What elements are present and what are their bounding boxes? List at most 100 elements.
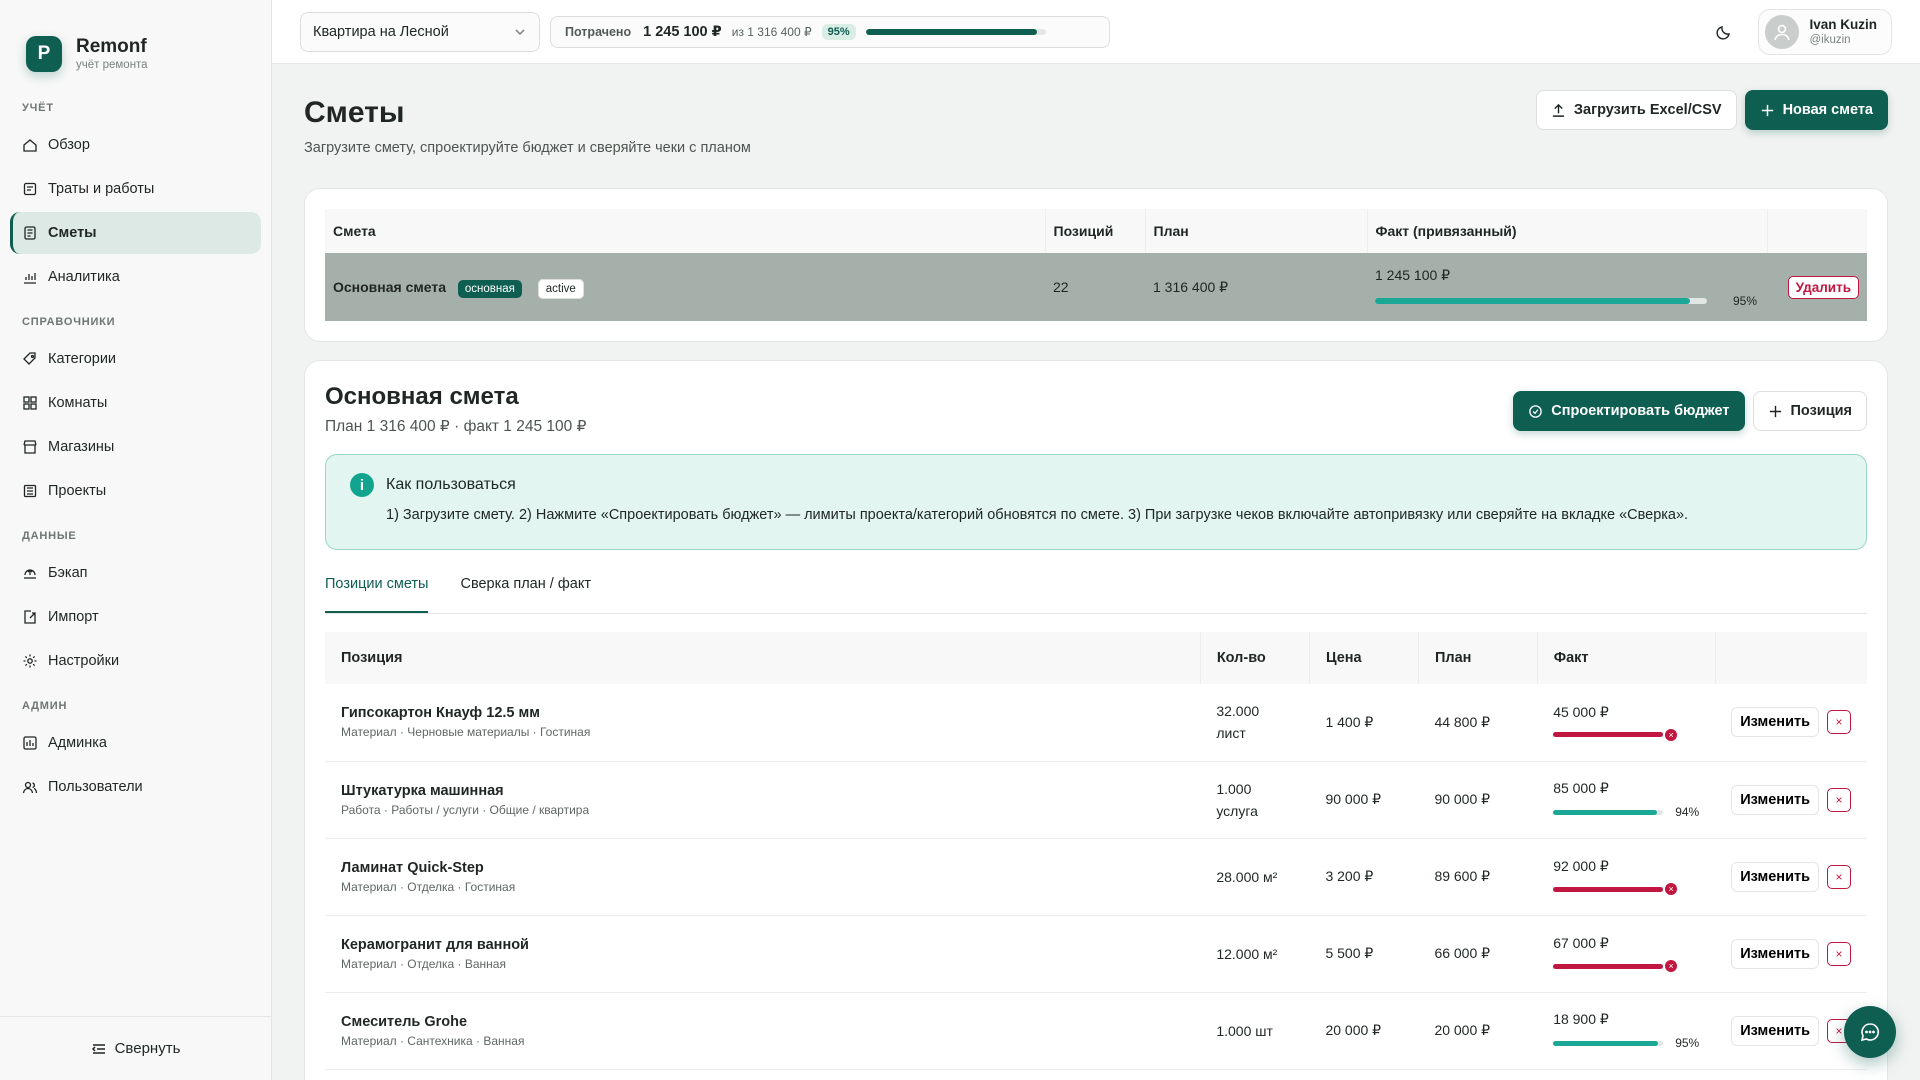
position-meta: Материал · Сантехника · Ванная xyxy=(341,1033,525,1048)
col-plan: План xyxy=(1145,209,1368,253)
plan-cell: 89 600 ₽ xyxy=(1418,838,1538,916)
remove-position-button[interactable]: × xyxy=(1827,710,1851,735)
table-row[interactable]: Смеситель Grohe Материал · Сантехника · В… xyxy=(325,992,1867,1070)
sidebar-item[interactable]: Импорт xyxy=(10,596,261,638)
add-position-label: Позиция xyxy=(1790,403,1853,419)
positions-table: Позиция Кол-во Цена План Факт Гипсокарто… xyxy=(325,632,1867,1070)
edit-position-button[interactable]: Изменить xyxy=(1731,1015,1819,1046)
table-row[interactable]: Штукатурка машинная Работа · Работы / усл… xyxy=(325,761,1867,839)
qty-cell: 1.000 шт xyxy=(1200,992,1310,1070)
grid-icon xyxy=(23,396,37,410)
brand-subtitle: учёт ремонта xyxy=(76,59,148,71)
qty-cell: 1.000 услуга xyxy=(1200,761,1310,839)
store-icon xyxy=(23,440,37,454)
info-text: 1) Загрузите смету. 2) Нажмите «Спроекти… xyxy=(386,507,1689,523)
table-row[interactable]: Гипсокартон Кнауф 12.5 мм Материал · Черн… xyxy=(325,684,1867,762)
position-name: Ламинат Quick-Step xyxy=(341,859,484,876)
check-circle-icon xyxy=(1529,404,1543,418)
sidebar-item[interactable]: Бэкап xyxy=(10,552,261,594)
upload-excel-label: Загрузить Excel/CSV xyxy=(1573,102,1722,118)
sidebar-item-label: Сметы xyxy=(48,225,97,241)
plan-cell: 66 000 ₽ xyxy=(1418,915,1538,993)
theme-toggle-button[interactable] xyxy=(1706,14,1742,50)
topbar: Квартира на Лесной Потрачено 1 245 100 ₽… xyxy=(272,0,1920,64)
sidebar-item[interactable]: Магазины xyxy=(10,426,261,468)
import-icon xyxy=(24,610,36,624)
estimate-positions: 22 xyxy=(1053,279,1069,295)
edit-position-button[interactable]: Изменить xyxy=(1731,861,1819,892)
table-row[interactable]: Керамогранит для ванной Материал · Отделк… xyxy=(325,915,1867,993)
project-icon xyxy=(23,484,37,498)
admin-icon xyxy=(23,736,37,750)
plan-cell: 20 000 ₽ xyxy=(1418,992,1538,1070)
fact-value: 45 000 ₽ xyxy=(1553,703,1609,720)
position-cell: Смеситель Grohe Материал · Сантехника · В… xyxy=(325,992,1201,1070)
sidebar-item[interactable]: Обзор xyxy=(10,124,261,166)
fact-progress: 95% xyxy=(1553,1036,1699,1050)
table-row[interactable]: Ламинат Quick-Step Материал · Отделка · Г… xyxy=(325,838,1867,916)
estimate-progress-fill xyxy=(1375,297,1691,304)
remove-position-button[interactable]: × xyxy=(1827,941,1851,966)
position-cell: Керамогранит для ванной Материал · Отделк… xyxy=(325,915,1201,993)
qty-value: 1.000 шт xyxy=(1216,1022,1273,1039)
sidebar-item[interactable]: Комнаты xyxy=(10,382,261,424)
tab-positions[interactable]: Позиции сметы xyxy=(325,576,429,613)
upload-excel-button[interactable]: Загрузить Excel/CSV xyxy=(1535,90,1737,130)
position-meta: Материал · Отделка · Гостиная xyxy=(341,879,516,894)
detail-heading: Основная смета План 1 316 400 ₽ · факт 1… xyxy=(325,383,586,436)
item-actions: Изменить × xyxy=(1715,838,1867,916)
add-position-button[interactable]: Позиция xyxy=(1752,391,1867,431)
col-plan: План xyxy=(1418,632,1538,684)
sidebar-item[interactable]: Категории xyxy=(10,338,261,380)
sidebar-item-label: Админка xyxy=(48,735,107,751)
sidebar-item[interactable]: Сметы xyxy=(10,212,261,254)
new-estimate-button[interactable]: Новая смета xyxy=(1744,90,1888,130)
chat-button[interactable] xyxy=(1844,1006,1896,1058)
detail-subtitle: План 1 316 400 ₽ · факт 1 245 100 ₽ xyxy=(325,418,587,435)
remove-position-button[interactable]: × xyxy=(1827,864,1851,889)
qty-cell: 12.000 м² xyxy=(1200,915,1310,993)
topbar-right: Ivan Kuzin @ikuzin xyxy=(1706,8,1892,55)
estimate-pct: 95% xyxy=(1733,293,1758,308)
item-actions: Изменить × xyxy=(1715,761,1867,839)
collapse-button[interactable]: Свернуть xyxy=(0,1016,271,1080)
spent-of: из 1 316 400 ₽ xyxy=(731,24,812,39)
sidebar-item-label: Комнаты xyxy=(48,395,108,411)
info-title: Как пользоваться xyxy=(386,476,516,493)
fact-cell: 18 900 ₽ 95% xyxy=(1537,992,1716,1070)
sidebar-item[interactable]: Админка xyxy=(10,722,261,764)
user-menu[interactable]: Ivan Kuzin @ikuzin xyxy=(1758,8,1892,55)
fact-cell: 45 000 ₽ × xyxy=(1537,684,1716,762)
brand[interactable]: P Remonf учёт ремонта xyxy=(0,0,271,84)
fact-progress: × xyxy=(1553,883,1699,895)
remove-position-button[interactable]: × xyxy=(1827,787,1851,812)
content: Сметы Загрузите смету, спроектируйте бюд… xyxy=(272,64,1920,1080)
fact-pct: 95% xyxy=(1675,1036,1700,1050)
edit-position-button[interactable]: Изменить xyxy=(1731,784,1819,815)
fact-cell: 92 000 ₽ × xyxy=(1537,838,1716,916)
brand-text: Remonf учёт ремонта xyxy=(76,36,148,72)
info-callout: i Как пользоваться 1) Загрузите смету. 2… xyxy=(325,454,1867,550)
backup-icon xyxy=(24,569,36,579)
estimate-row[interactable]: Основная смета основная active 22 1 316 … xyxy=(325,253,1867,321)
sidebar-item[interactable]: Пользователи xyxy=(10,766,261,808)
price-cell: 90 000 ₽ xyxy=(1309,761,1419,839)
tab-reconciliation[interactable]: Сверка план / факт xyxy=(460,576,591,613)
edit-position-button[interactable]: Изменить xyxy=(1731,938,1819,969)
fact-progress: × xyxy=(1553,728,1699,741)
edit-position-button[interactable]: Изменить xyxy=(1731,707,1819,738)
fact-progress-fill xyxy=(1553,732,1664,738)
sidebar-item[interactable]: Проекты xyxy=(10,470,261,512)
page-subtitle: Загрузите смету, спроектируйте бюджет и … xyxy=(304,140,751,156)
design-budget-button[interactable]: Спроектировать бюджет xyxy=(1513,391,1745,431)
fact-cell: 67 000 ₽ × xyxy=(1537,915,1716,993)
detail-header: Основная смета План 1 316 400 ₽ · факт 1… xyxy=(325,383,1867,436)
sidebar-item[interactable]: Настройки xyxy=(10,640,261,682)
project-select[interactable]: Квартира на Лесной xyxy=(300,11,540,52)
sidebar-item[interactable]: Траты и работы xyxy=(10,168,261,210)
plan-cell: 90 000 ₽ xyxy=(1418,761,1538,839)
delete-estimate-button[interactable]: Удалить xyxy=(1787,275,1859,299)
col-fact: Факт (привязанный) xyxy=(1367,209,1768,253)
collapse-label: Свернуть xyxy=(114,1040,181,1057)
sidebar-item[interactable]: Аналитика xyxy=(10,256,261,298)
